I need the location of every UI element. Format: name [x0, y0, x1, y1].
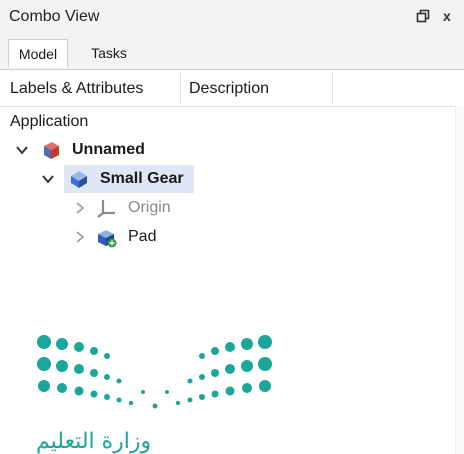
close-panel-button[interactable]: x — [443, 8, 451, 24]
tab-bar: Model Tasks — [0, 36, 464, 70]
tree-item-small-gear[interactable]: Small Gear — [0, 165, 464, 193]
tree-header: Labels & Attributes Description — [0, 70, 464, 107]
column-divider[interactable] — [180, 72, 181, 104]
chevron-down-icon[interactable] — [40, 171, 56, 187]
chevron-right-icon[interactable] — [72, 229, 88, 245]
tab-tasks[interactable]: Tasks — [78, 39, 140, 68]
body-icon — [71, 171, 87, 188]
tree-item-label: Pad — [128, 228, 157, 245]
float-icon — [416, 9, 430, 23]
column-divider[interactable] — [332, 72, 333, 104]
tree-root-label: Application — [10, 113, 89, 130]
vertical-scrollbar[interactable] — [455, 106, 464, 454]
close-icon: x — [443, 8, 451, 24]
combo-view-titlebar: Combo View x — [0, 0, 464, 37]
tree-item-label: Unnamed — [72, 141, 145, 158]
combo-view-title: Combo View — [9, 8, 100, 25]
chevron-down-icon[interactable] — [14, 142, 30, 158]
tree-item-label: Small Gear — [100, 170, 184, 187]
float-panel-button[interactable] — [416, 9, 430, 26]
logo-dots — [37, 335, 272, 409]
tree-item-origin[interactable]: Origin — [0, 194, 464, 222]
combo-view-panel: Combo View x Model Tasks Labels & Attrib… — [0, 0, 464, 454]
tree-item-label: Origin — [128, 199, 171, 216]
origin-axes-icon — [97, 200, 115, 218]
document-icon — [44, 142, 59, 159]
chevron-right-icon[interactable] — [72, 200, 88, 216]
column-labels-attributes[interactable]: Labels & Attributes — [10, 70, 180, 106]
logo-arabic-text: ﻭﺯﺍﺭﺓ ﺍﻟﺘﻌﻠﻴﻢ — [36, 429, 151, 454]
tree-item-pad[interactable]: Pad — [0, 223, 464, 251]
tab-model[interactable]: Model — [8, 39, 68, 68]
column-description[interactable]: Description — [189, 70, 329, 106]
tree-item-unnamed[interactable]: Unnamed — [0, 136, 464, 164]
ministry-logo: ﻭﺯﺍﺭﺓ ﺍﻟﺘﻌﻠﻴﻢ — [36, 335, 272, 454]
pad-feature-icon — [98, 230, 117, 248]
